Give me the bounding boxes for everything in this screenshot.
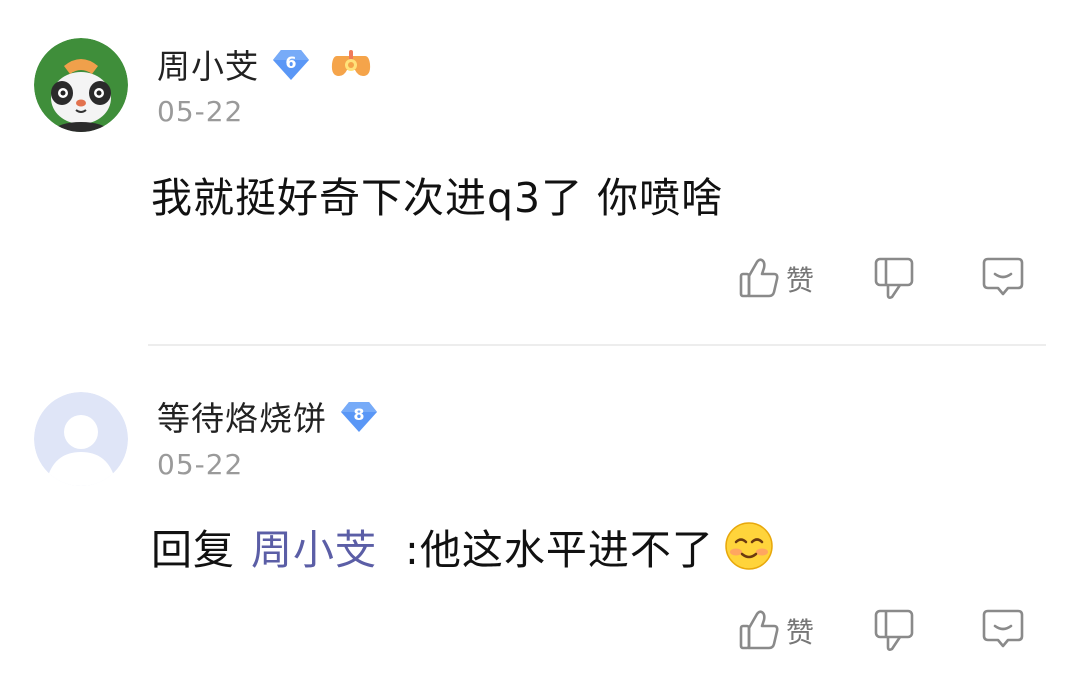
- comment-actions: 赞: [736, 606, 1026, 656]
- like-button[interactable]: 赞: [736, 606, 814, 656]
- level-badge: 8: [339, 398, 379, 434]
- level-number: 6: [285, 53, 297, 72]
- like-label: 赞: [786, 616, 815, 649]
- dislike-button[interactable]: [872, 605, 916, 657]
- comment-text[interactable]: 我就挺好奇下次进q3了 你喷啥: [151, 168, 723, 222]
- level-number: 8: [353, 405, 365, 424]
- mention-link[interactable]: 周小芠: [251, 516, 377, 576]
- comment-text[interactable]: 回复 周小芠 :他这水平进不了: [151, 518, 774, 574]
- thumbs-down-icon: [872, 253, 916, 305]
- like-button[interactable]: 赞: [736, 254, 814, 304]
- reply-prefix: 回复: [151, 526, 235, 574]
- thumbs-up-icon: [736, 254, 782, 304]
- thumbs-up-icon: [736, 606, 782, 656]
- comment-body: 我就挺好奇下次进q3了 你喷啥: [151, 174, 724, 222]
- comment-date: 05-22: [157, 448, 244, 481]
- panda-avatar-icon[interactable]: [34, 38, 128, 132]
- comment-actions: 赞: [736, 254, 1026, 304]
- username[interactable]: 等待烙烧饼: [157, 392, 327, 440]
- reply-button[interactable]: [980, 254, 1026, 304]
- default-user-avatar-icon[interactable]: [34, 392, 128, 486]
- comment-body: :他这水平进不了: [405, 526, 714, 574]
- dislike-button[interactable]: [872, 253, 916, 305]
- username[interactable]: 周小芠: [157, 40, 259, 88]
- shy-smile-emoji-icon: [724, 521, 774, 571]
- level-badge: 6: [271, 46, 311, 82]
- comment-bubble-icon: [980, 606, 1026, 656]
- thumbs-down-icon: [872, 605, 916, 657]
- comment-date: 05-22: [157, 95, 244, 128]
- like-label: 赞: [786, 264, 815, 297]
- reply-button[interactable]: [980, 606, 1026, 656]
- name-row: 周小芠 6: [157, 44, 373, 86]
- game-controller-badge-icon: [329, 46, 373, 82]
- name-row: 等待烙烧饼 8: [157, 396, 379, 438]
- comment-bubble-icon: [980, 254, 1026, 304]
- divider: [148, 344, 1046, 346]
